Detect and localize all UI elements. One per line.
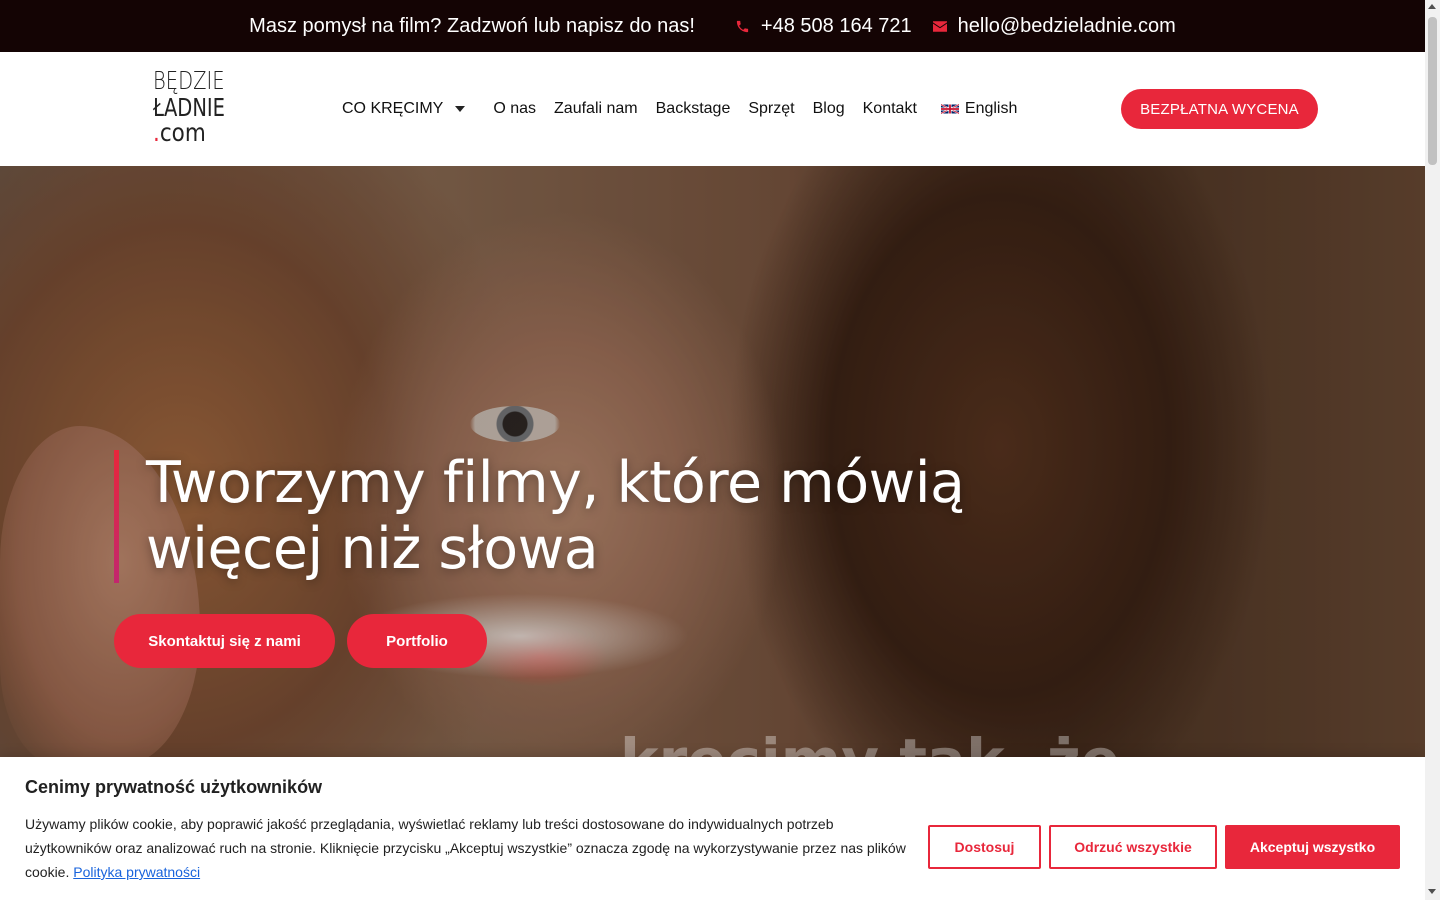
privacy-policy-link[interactable]: Polityka prywatności xyxy=(73,864,200,880)
hero-title: Tworzymy filmy, które mówią więcej niż s… xyxy=(146,450,965,582)
portfolio-button[interactable]: Portfolio xyxy=(347,614,487,668)
topbar-text: Masz pomysł na film? Zadzwoń lub napisz … xyxy=(249,14,695,37)
caret-down-icon xyxy=(455,106,466,112)
logo-com: com xyxy=(159,118,206,147)
logo-line-3: .com xyxy=(153,120,222,145)
site-logo[interactable]: BĘDZIE ŁADNIE .com xyxy=(153,68,233,145)
cookie-title: Cenimy prywatność użytkowników xyxy=(25,777,323,797)
nav-item-kontakt[interactable]: Kontakt xyxy=(863,100,917,118)
reject-all-button[interactable]: Odrzuć wszystkie xyxy=(1049,825,1217,869)
nav-item-o-nas[interactable]: O nas xyxy=(493,100,536,118)
nav-item-label: CO KRĘCIMY xyxy=(342,100,444,117)
top-contact-bar: Masz pomysł na film? Zadzwoń lub napisz … xyxy=(0,0,1425,52)
nav-item-english[interactable]: English xyxy=(935,100,1017,118)
site-header: BĘDZIE ŁADNIE .com CO KRĘCIMY O nas Zauf… xyxy=(0,52,1425,166)
scroll-down-arrow-icon[interactable] xyxy=(1428,889,1436,894)
page-scrollbar[interactable] xyxy=(1425,0,1440,900)
accept-all-button[interactable]: Akceptuj wszystko xyxy=(1225,825,1400,869)
cookie-text: Używamy plików cookie, aby poprawić jako… xyxy=(25,812,920,884)
logo-line-2: ŁADNIE xyxy=(153,93,225,122)
title-accent-bar xyxy=(114,450,119,583)
hero-section: kręcimy tak, że Tworzymy filmy, które mó… xyxy=(0,166,1425,766)
nav-item-sprzet[interactable]: Sprzęt xyxy=(748,100,794,118)
nav-item-zaufali-nam[interactable]: Zaufali nam xyxy=(554,100,638,118)
phone-icon xyxy=(735,18,751,34)
scroll-up-arrow-icon[interactable] xyxy=(1428,4,1436,9)
nav-item-label: English xyxy=(964,100,1018,117)
phone-link[interactable]: +48 508 164 721 xyxy=(735,15,912,38)
logo-line-1: BĘDZIE xyxy=(153,66,225,95)
nav-item-backstage[interactable]: Backstage xyxy=(656,100,731,118)
email-address: hello@bedzieladnie.com xyxy=(957,14,1176,37)
scrollbar-thumb[interactable] xyxy=(1428,17,1437,165)
cookie-consent-banner: Cenimy prywatność użytkowników Używamy p… xyxy=(0,757,1425,900)
free-quote-button[interactable]: BEZPŁATNA WYCENA xyxy=(1121,89,1318,129)
nav-item-co-krecimy[interactable]: CO KRĘCIMY xyxy=(342,100,475,118)
phone-number: +48 508 164 721 xyxy=(760,14,912,37)
nav-item-blog[interactable]: Blog xyxy=(813,100,845,118)
uk-flag-icon xyxy=(940,103,959,115)
email-link[interactable]: hello@bedzieladnie.com xyxy=(932,15,1176,38)
contact-us-button[interactable]: Skontaktuj się z nami xyxy=(114,614,335,668)
customize-button[interactable]: Dostosuj xyxy=(928,825,1041,869)
main-nav: CO KRĘCIMY O nas Zaufali nam Backstage S… xyxy=(342,52,1035,166)
envelope-icon xyxy=(932,18,948,34)
logo-dot: . xyxy=(153,118,160,147)
